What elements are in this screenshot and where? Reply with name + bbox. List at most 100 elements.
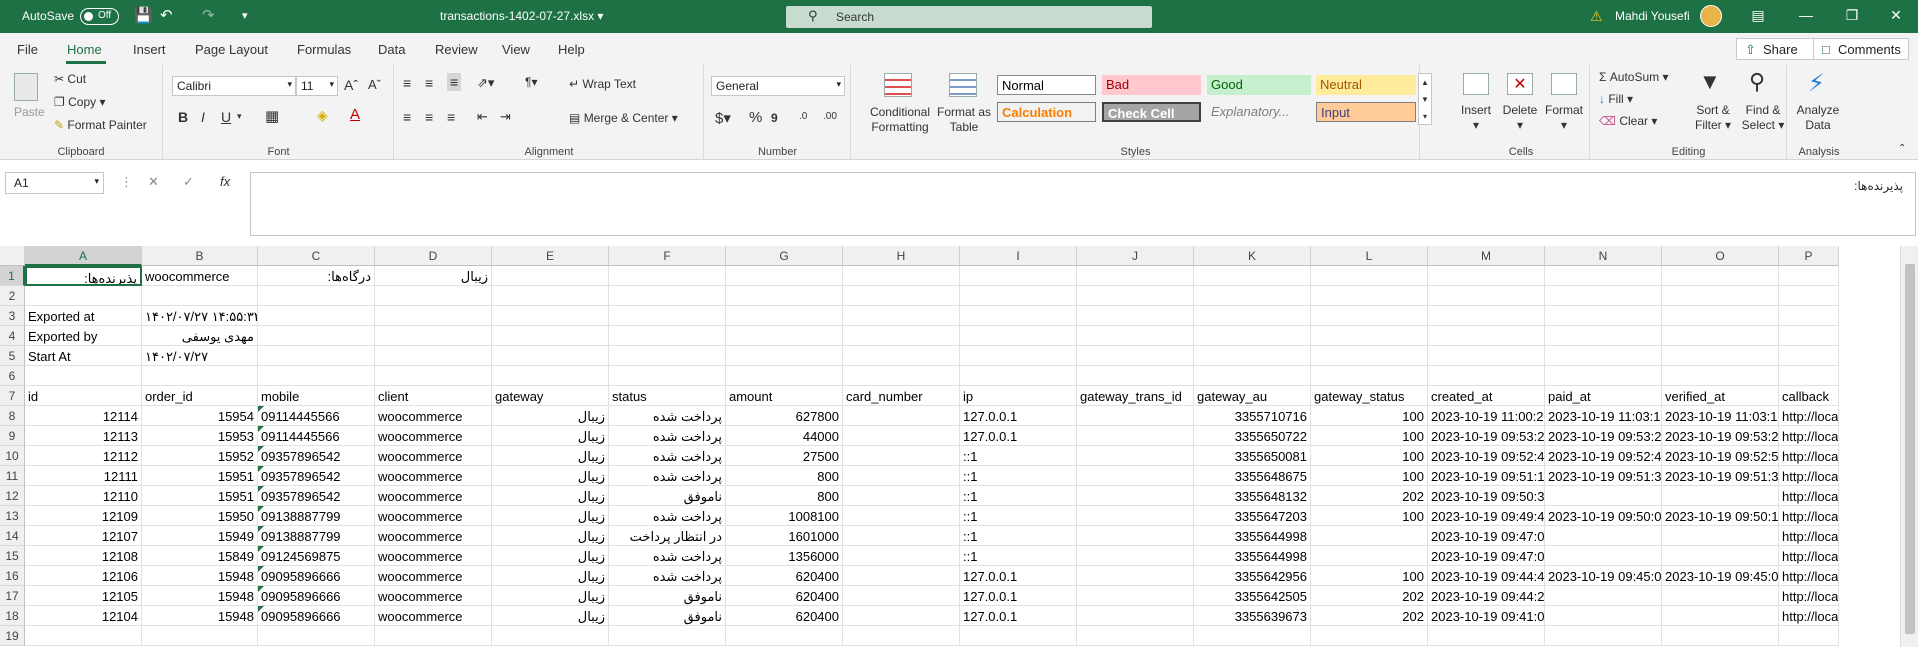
empty-cell[interactable] [843,306,960,326]
table-cell[interactable]: 127.0.0.1 [960,406,1077,426]
table-cell[interactable]: woocommerce [375,486,492,506]
header-cell-order-id[interactable]: order_id [142,386,258,406]
table-cell[interactable]: ناموفق [609,606,726,626]
table-cell[interactable] [1077,466,1194,486]
table-cell[interactable]: 12108 [25,546,142,566]
empty-cell[interactable] [1428,266,1545,286]
table-cell[interactable]: 3355639673 [1194,606,1311,626]
tab-insert[interactable]: Insert [133,42,166,57]
name-box[interactable]: A1 ▾ [5,172,104,194]
table-cell[interactable]: 2023-10-19 09:51:1 [1428,466,1545,486]
table-cell[interactable]: 2023-10-19 09:44:22 [1428,586,1545,606]
empty-cell[interactable] [1428,626,1545,646]
table-cell[interactable]: 127.0.0.1 [960,566,1077,586]
empty-cell[interactable] [1662,326,1779,346]
empty-cell[interactable] [609,346,726,366]
empty-cell[interactable] [1545,626,1662,646]
table-cell[interactable] [1311,546,1428,566]
empty-cell[interactable] [492,326,609,346]
empty-cell[interactable] [726,626,843,646]
empty-cell[interactable] [1077,366,1194,386]
redo-icon[interactable]: ↷ [202,6,215,24]
table-cell[interactable]: 3355648132 [1194,486,1311,506]
empty-cell[interactable] [1077,286,1194,306]
table-cell[interactable]: 100 [1311,466,1428,486]
table-cell[interactable]: 3355650722 [1194,426,1311,446]
table-cell[interactable] [843,446,960,466]
table-cell[interactable]: 09095896666 [258,566,375,586]
column-header-c[interactable]: C [258,246,375,266]
empty-cell[interactable] [1077,626,1194,646]
table-cell[interactable] [843,466,960,486]
table-cell[interactable]: 15948 [142,586,258,606]
empty-cell[interactable] [258,286,375,306]
user-name[interactable]: Mahdi Yousefi [1615,9,1690,23]
conditional-formatting-button[interactable]: Conditional Formatting [860,105,940,135]
empty-cell[interactable] [843,326,960,346]
empty-cell[interactable] [492,306,609,326]
find-icon[interactable]: ⚲ [1749,69,1765,95]
table-cell[interactable] [843,566,960,586]
table-cell[interactable]: 1008100 [726,506,843,526]
empty-cell[interactable] [1077,326,1194,346]
empty-cell[interactable] [843,626,960,646]
save-icon[interactable]: 💾 [134,6,153,24]
row-header-10[interactable]: 10 [0,446,25,466]
table-cell[interactable]: زیبال [492,486,609,506]
table-cell[interactable]: 3355648675 [1194,466,1311,486]
row-header-18[interactable]: 18 [0,606,25,626]
percent-icon[interactable]: % [749,109,762,126]
table-cell[interactable]: زیبال [492,566,609,586]
table-cell[interactable]: 2023-10-19 09:41:05 [1428,606,1545,626]
empty-cell[interactable] [492,266,609,286]
table-cell[interactable]: 100 [1311,446,1428,466]
table-cell[interactable]: 12110 [25,486,142,506]
empty-cell[interactable] [375,326,492,346]
empty-cell[interactable] [1311,626,1428,646]
empty-cell[interactable] [960,346,1077,366]
empty-cell[interactable] [25,286,142,306]
increase-indent-icon[interactable]: ⇥ [500,109,511,125]
row-header-6[interactable]: 6 [0,366,25,386]
row-header-4[interactable]: 4 [0,326,25,346]
table-cell[interactable] [843,486,960,506]
insert-cells-icon[interactable] [1463,73,1489,95]
column-header-d[interactable]: D [375,246,492,266]
row-header-5[interactable]: 5 [0,346,25,366]
table-cell[interactable]: 15951 [142,466,258,486]
table-cell[interactable]: http://localhost/w [1779,466,1839,486]
table-cell[interactable] [1077,506,1194,526]
text-direction-icon[interactable]: ¶▾ [525,75,537,89]
empty-cell[interactable] [25,366,142,386]
table-cell[interactable]: در انتظار پرداخت [609,526,726,546]
table-cell[interactable]: 3355644998 [1194,526,1311,546]
header-cell-amount[interactable]: amount [726,386,843,406]
empty-cell[interactable] [726,326,843,346]
table-cell[interactable]: 09357896542 [258,466,375,486]
empty-cell[interactable] [843,266,960,286]
table-cell[interactable]: 15953 [142,426,258,446]
table-cell[interactable]: woocommerce [375,406,492,426]
table-cell[interactable]: پرداخت شده [609,466,726,486]
row-header-15[interactable]: 15 [0,546,25,566]
header-cell-ip[interactable]: ip [960,386,1077,406]
delete-cells-icon[interactable]: ✕ [1507,73,1533,95]
comma-icon[interactable]: 9 [771,111,778,125]
empty-cell[interactable] [1662,266,1779,286]
cancel-icon[interactable]: ✕ [148,174,159,190]
cell-a4[interactable]: Exported by [25,326,142,346]
column-header-i[interactable]: I [960,246,1077,266]
empty-cell[interactable] [1779,286,1839,306]
orientation-icon[interactable]: ⇗▾ [477,75,494,91]
cell-b4[interactable]: مهدی یوسفی [142,326,258,346]
table-cell[interactable]: http://localhost/w [1779,586,1839,606]
table-cell[interactable]: پرداخت شده [609,546,726,566]
table-cell[interactable]: زیبال [492,506,609,526]
font-size-select[interactable]: 11 ▾ [296,76,338,96]
table-cell[interactable]: http://localhost/w [1779,426,1839,446]
empty-cell[interactable] [609,306,726,326]
empty-cell[interactable] [1194,346,1311,366]
borders-icon[interactable]: ▦ [265,107,279,125]
cell-b5[interactable]: ۱۴۰۲/۰۷/۲۷ [142,346,258,366]
table-cell[interactable]: زیبال [492,446,609,466]
